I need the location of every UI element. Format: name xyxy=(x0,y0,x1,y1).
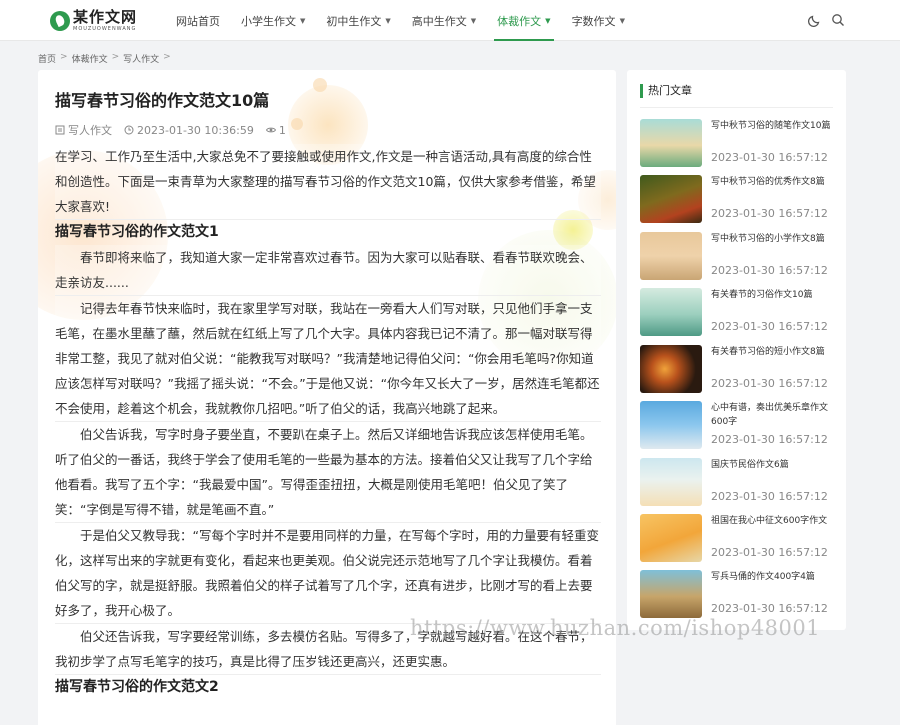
hot-articles-sidebar: 热门文章 写中秋节习俗的随笔作文10篇 2023-01-30 16:57:12 … xyxy=(627,70,846,630)
section-heading: 描写春节习俗的作文范文1 xyxy=(55,224,219,240)
sidebar-title: 热门文章 xyxy=(648,84,692,97)
chevron-down-icon: ▼ xyxy=(470,16,477,25)
nav-primary-school[interactable]: 小学生作文 ▼ xyxy=(241,0,305,41)
chevron-down-icon: ▼ xyxy=(385,16,391,25)
sidebar-header: 热门文章 xyxy=(640,84,833,108)
category-icon xyxy=(55,125,65,135)
article-thumbnail[interactable] xyxy=(640,514,702,562)
watermark-text: https://www.huzhan.com/ishop48001 xyxy=(410,616,821,640)
leaf-logo-icon xyxy=(50,11,70,31)
article-thumbnail[interactable] xyxy=(640,175,702,223)
hot-article-item[interactable]: 写中秋节习俗的优秀作文8篇 2023-01-30 16:57:12 xyxy=(640,175,840,225)
article-thumbnail[interactable] xyxy=(640,458,702,506)
breadcrumb-genre[interactable]: 体裁作文 xyxy=(72,52,108,65)
eye-icon xyxy=(265,127,276,133)
breadcrumb-home[interactable]: 首页 xyxy=(38,52,56,65)
chevron-down-icon: ▼ xyxy=(545,16,551,25)
main-nav: 网站首页 小学生作文 ▼ 初中生作文 ▼ 高中生作文 ▼ 体裁作文 ▼ 字数作文 ▼ xyxy=(176,0,646,41)
hot-article-item[interactable]: 祖国在我心中征文600字作文 2023-01-30 16:57:12 xyxy=(640,514,840,564)
hot-article-item[interactable]: 心中有谱，奏出优美乐章作文600字 2023-01-30 16:57:12 xyxy=(640,401,840,451)
logo-subtitle: MOUZUOWENWANG xyxy=(73,26,137,32)
hot-article-item[interactable]: 有关春节习俗的短小作文8篇 2023-01-30 16:57:12 xyxy=(640,345,840,395)
hot-article-item[interactable]: 国庆节民俗作文6篇 2023-01-30 16:57:12 xyxy=(640,458,840,508)
paragraph: 春节即将来临了，我知道大家一定非常喜欢过春节。因为大家可以贴春联、看春节联欢晚会… xyxy=(55,245,601,296)
article-thumbnail[interactable] xyxy=(640,570,702,618)
article-title: 描写春节习俗的作文范文10篇 xyxy=(55,91,270,110)
site-logo[interactable]: 某作文网 MOUZUOWENWANG xyxy=(50,8,137,34)
article-thumbnail[interactable] xyxy=(640,232,702,280)
nav-home[interactable]: 网站首页 xyxy=(176,0,220,41)
section-heading: 描写春节习俗的作文范文2 xyxy=(55,679,219,695)
article-date: 2023-01-30 10:36:59 xyxy=(137,123,254,137)
paragraph: 于是伯父又教导我：“写每个字时并不是要用同样的力量，在写每个字时，用的力量要有轻… xyxy=(55,523,601,624)
hot-article-item[interactable]: 有关春节的习俗作文10篇 2023-01-30 16:57:12 xyxy=(640,288,840,338)
hot-article-item[interactable]: 写中秋节习俗的随笔作文10篇 2023-01-30 16:57:12 xyxy=(640,119,840,169)
article-meta: 写人作文 2023-01-30 10:36:59 1 xyxy=(55,122,298,138)
article-thumbnail[interactable] xyxy=(640,119,702,167)
article-views: 1 xyxy=(278,123,286,137)
logo-title: 某作文网 xyxy=(73,8,138,26)
article-thumbnail[interactable] xyxy=(640,401,702,449)
breadcrumb-category[interactable]: 写人作文 xyxy=(123,52,159,65)
paragraph: 伯父告诉我，写字时身子要坐直，不要趴在桌子上。然后又详细地告诉我应该怎样使用毛笔… xyxy=(55,422,601,523)
moon-icon[interactable] xyxy=(808,13,822,27)
breadcrumb: 首页 > 体裁作文 > 写人作文 > xyxy=(38,52,171,65)
nav-genre[interactable]: 体裁作文 ▼ xyxy=(494,0,554,41)
article-category[interactable]: 写人作文 xyxy=(68,122,112,138)
search-icon[interactable] xyxy=(831,13,845,27)
chevron-down-icon: ▼ xyxy=(300,16,306,25)
site-header: 某作文网 MOUZUOWENWANG 网站首页 小学生作文 ▼ 初中生作文 ▼ 高中… xyxy=(0,0,900,41)
article-thumbnail[interactable] xyxy=(640,345,702,393)
paragraph: 记得去年春节快来临时，我在家里学写对联，我站在一旁看大人们写对联，只见他们手拿一… xyxy=(55,296,601,422)
chevron-down-icon: ▼ xyxy=(619,16,625,25)
nav-high-school[interactable]: 高中生作文 ▼ xyxy=(412,0,476,41)
article-intro: 在学习、工作乃至生活中,大家总免不了要接触或使用作文,作文是一种言语活动,具有高… xyxy=(55,144,601,220)
nav-middle-school[interactable]: 初中生作文 ▼ xyxy=(326,0,390,41)
hot-article-item[interactable]: 写中秋节习俗的小学作文8篇 2023-01-30 16:57:12 xyxy=(640,232,840,282)
article-thumbnail[interactable] xyxy=(640,288,702,336)
clock-icon xyxy=(124,125,134,135)
decor-bubble xyxy=(313,78,327,92)
hot-article-item[interactable]: 写兵马俑的作文400字4篇 2023-01-30 16:57:12 xyxy=(640,570,840,620)
nav-word-count[interactable]: 字数作文 ▼ xyxy=(572,0,625,41)
